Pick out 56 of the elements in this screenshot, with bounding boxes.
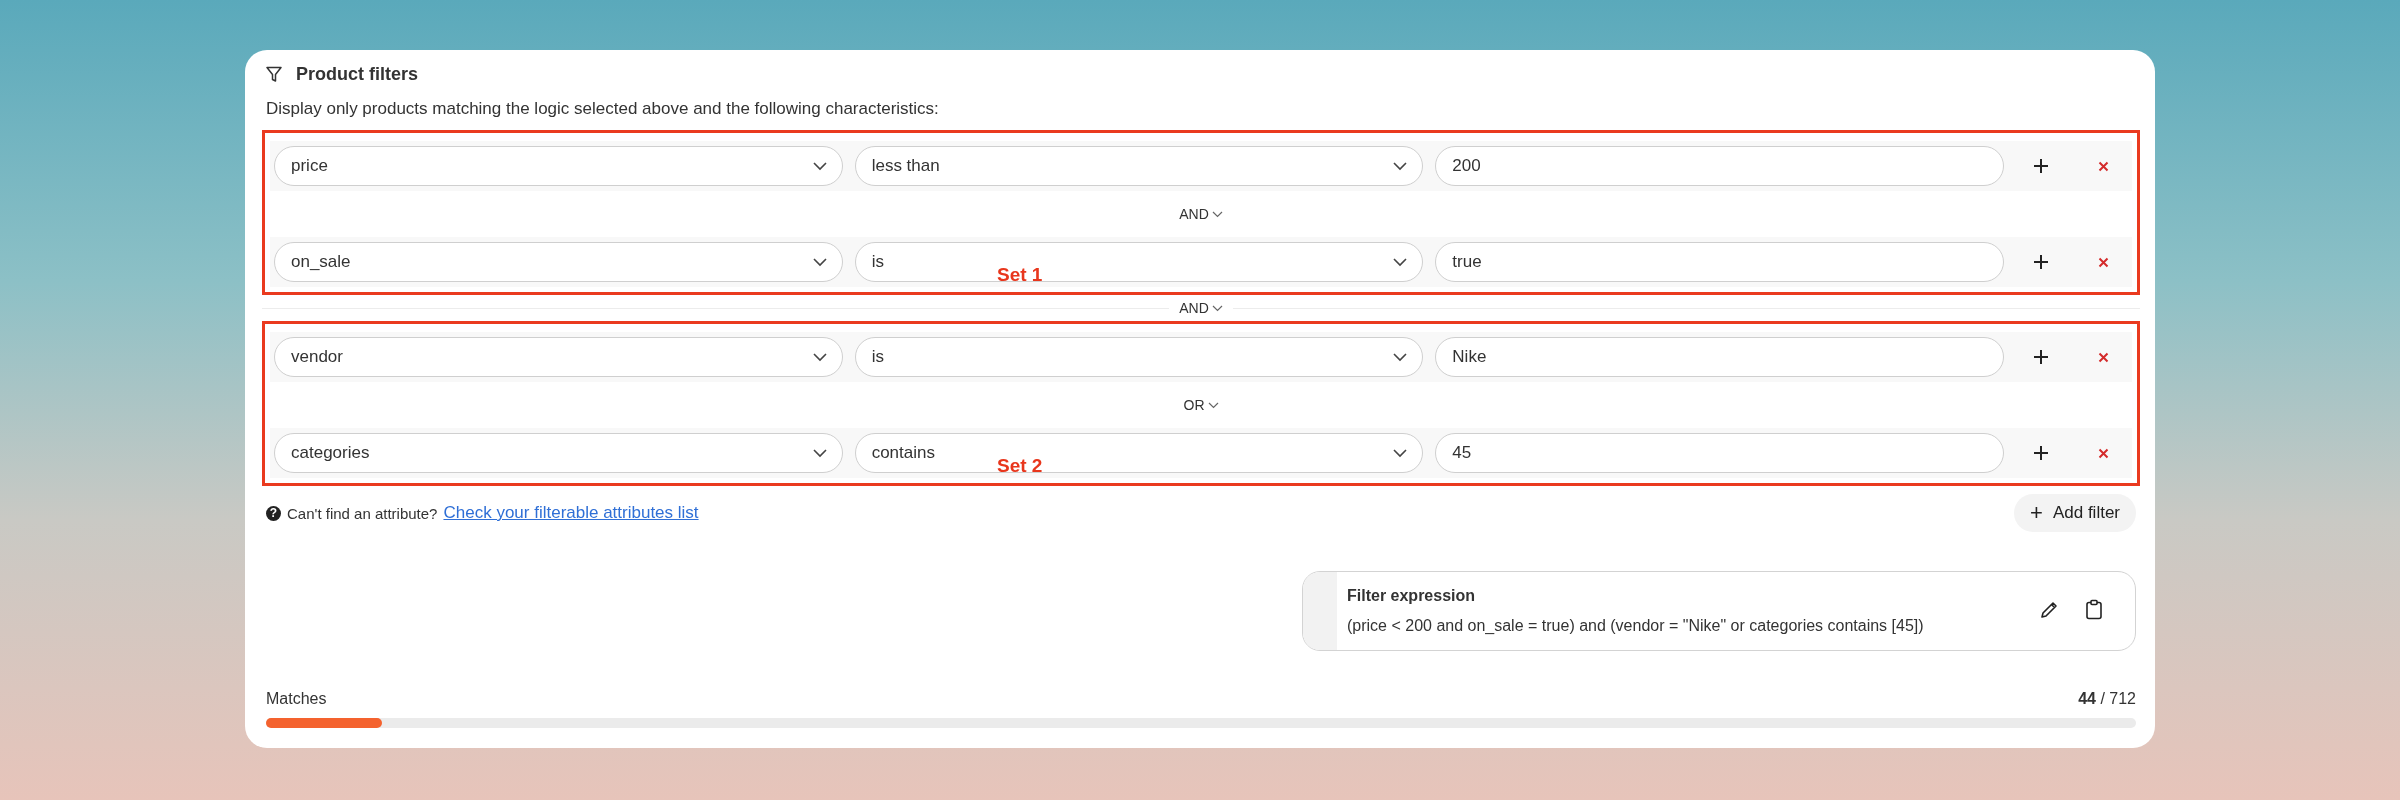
plus-icon (2033, 254, 2049, 270)
attributes-list-link[interactable]: Check your filterable attributes list (443, 503, 699, 523)
close-icon (2097, 447, 2109, 459)
logic-label: OR (1183, 397, 1205, 413)
matches-count: 44 / 712 (2078, 690, 2136, 708)
close-icon (2097, 351, 2109, 363)
add-filter-button[interactable]: + Add filter (2014, 494, 2136, 532)
chevron-icon (1207, 401, 1219, 409)
logic-dropdown[interactable]: AND (1173, 206, 1229, 222)
logic-dropdown[interactable]: AND (1173, 300, 1229, 316)
clipboard-icon (2085, 599, 2103, 620)
chevron-icon (1211, 210, 1223, 218)
operator-value: is (871, 347, 884, 367)
help-text: Can't find an attribute? (287, 504, 438, 522)
logic-label: AND (1179, 300, 1209, 316)
matches-label: Matches (266, 690, 327, 708)
chevron-down-icon (1392, 448, 1409, 458)
attribute-select[interactable]: on_sale (274, 242, 843, 282)
operator-select[interactable]: less than (854, 146, 1424, 186)
attribute-select[interactable]: price (274, 146, 843, 186)
chevron-down-icon (811, 257, 828, 267)
close-icon (2097, 160, 2109, 172)
chevron-down-icon (811, 448, 828, 458)
expression-title: Filter expression (1347, 587, 1477, 605)
chevron-down-icon (1392, 352, 1409, 362)
attribute-value: on_sale (291, 252, 351, 272)
logic-dropdown[interactable]: OR (1177, 397, 1225, 413)
chevron-down-icon (811, 161, 828, 171)
operator-value: is (871, 252, 884, 272)
attribute-select[interactable]: categories (274, 433, 843, 473)
logic-label: AND (1179, 206, 1209, 222)
chevron-down-icon (1392, 161, 1409, 171)
expression-text: (price < 200 and on_sale = true) and (vendor = "Nike" or categories contains [45]) (1347, 617, 1925, 635)
operator-select[interactable]: is (854, 337, 1424, 377)
panel-title: Product filters (296, 64, 419, 85)
attribute-value: vendor (291, 347, 343, 367)
chevron-down-icon (811, 352, 828, 362)
attribute-value: price (291, 156, 328, 176)
value-field[interactable]: 45 (1435, 433, 2004, 473)
value-field[interactable]: Nike (1435, 337, 2004, 377)
close-icon (2097, 256, 2109, 268)
operator-value: contains (871, 443, 935, 463)
operator-value: less than (871, 156, 940, 176)
chevron-icon (1211, 304, 1223, 312)
chevron-down-icon (1392, 257, 1409, 267)
plus-icon (2033, 158, 2049, 174)
pencil-icon (2039, 599, 2059, 620)
value-field[interactable]: true (1435, 242, 2004, 282)
plus-icon (2033, 445, 2049, 461)
value-field[interactable]: 200 (1435, 146, 2004, 186)
filter-icon (266, 66, 282, 83)
panel-description: Display only products matching the logic selected above and the following characteristics: (266, 99, 940, 119)
attribute-value: categories (291, 443, 370, 463)
attribute-select[interactable]: vendor (274, 337, 843, 377)
plus-icon (2033, 349, 2049, 365)
help-icon: ? (266, 505, 281, 521)
